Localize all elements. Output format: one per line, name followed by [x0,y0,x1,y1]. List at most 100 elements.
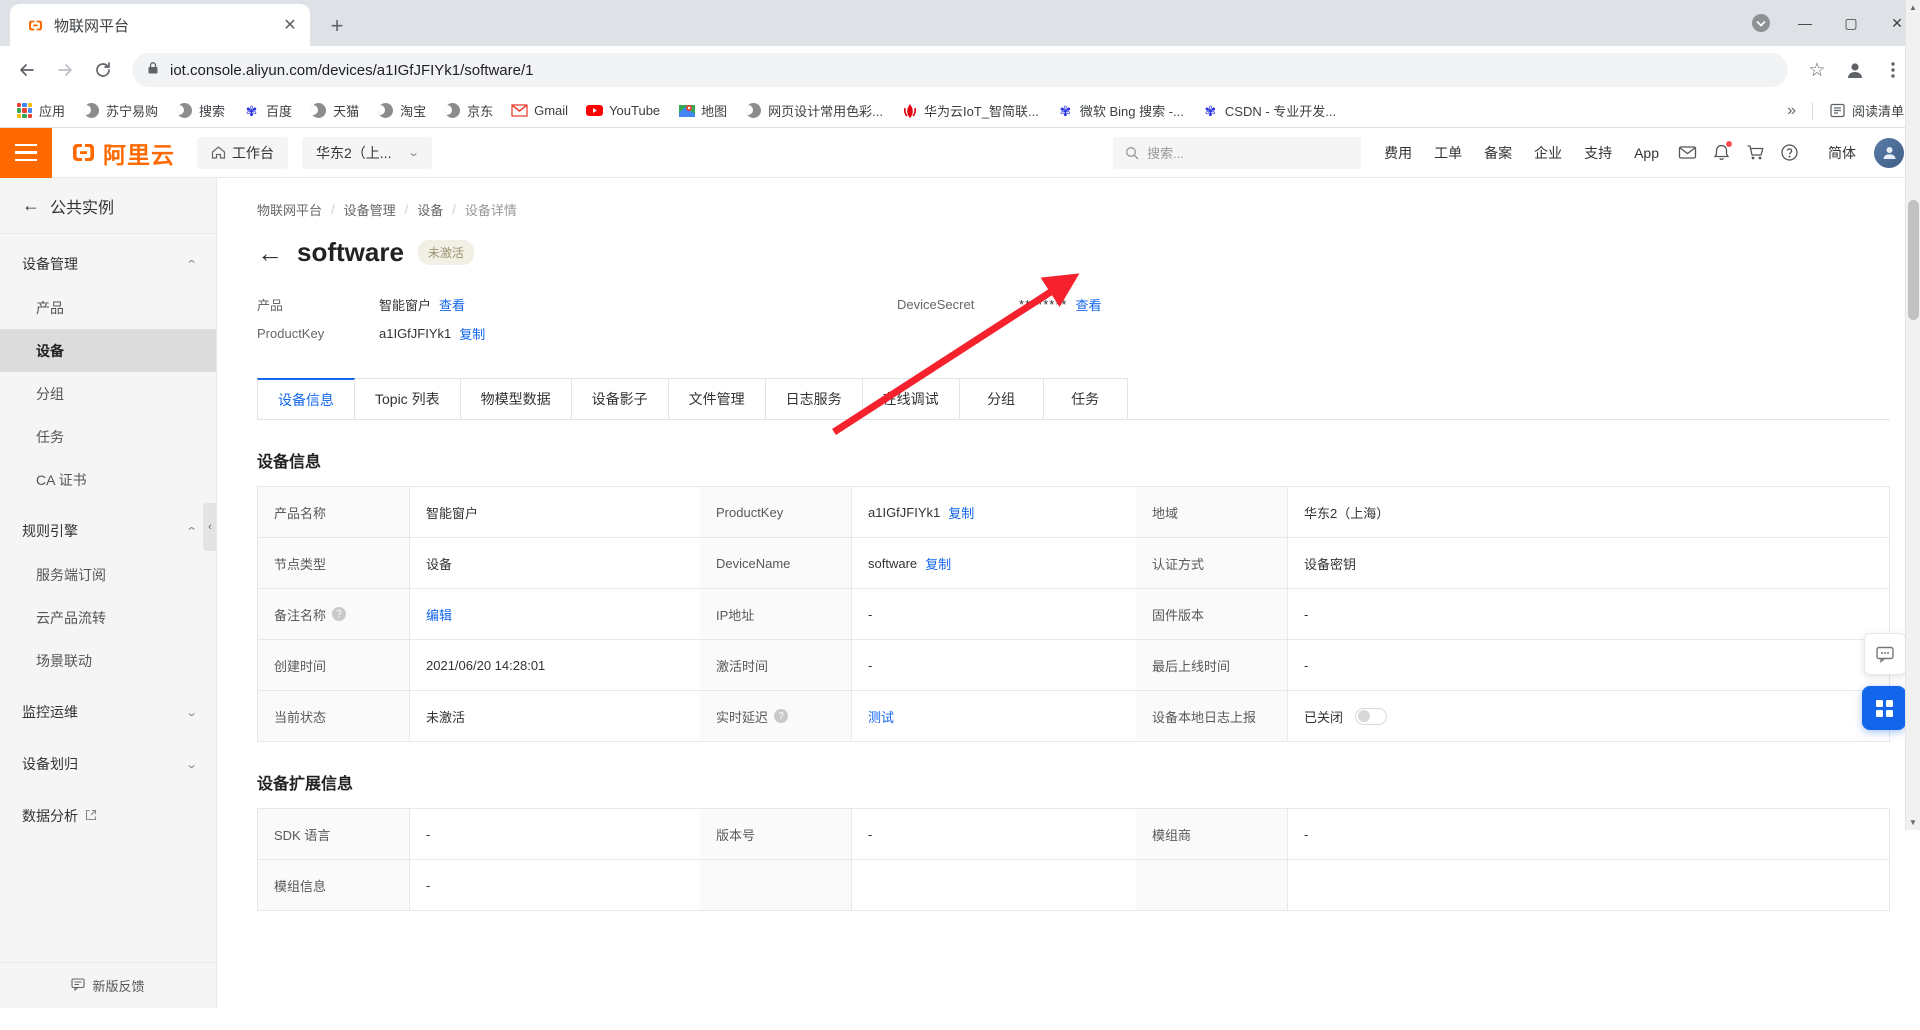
window-minimize-button[interactable]: — [1782,0,1828,46]
sidebar-item-ca-certificate[interactable]: CA 证书 [0,458,216,501]
browser-tab[interactable]: 物联网平台 ✕ [10,4,310,46]
profile-chevron-icon[interactable] [1740,0,1782,46]
mail-icon[interactable] [1670,136,1704,170]
bookmark-item[interactable]: YouTube [578,98,668,123]
workbench-label: 工作台 [232,144,274,161]
workbench-button[interactable]: 工作台 [197,136,288,169]
new-tab-button[interactable]: + [320,9,354,43]
devicesecret-view-link[interactable]: 查看 [1075,295,1101,314]
help-icon[interactable]: ? [332,607,347,621]
devicesecret-value: ******** [1019,297,1068,312]
user-avatar[interactable] [1874,137,1904,168]
productkey-cell-copy-link[interactable]: 复制 [948,503,974,522]
bookmark-item[interactable]: ✾ 百度 [235,97,300,124]
cart-icon[interactable] [1738,136,1772,170]
bookmark-item[interactable]: 京东 [436,97,501,124]
breadcrumb: 物联网平台 / 设备管理 / 设备 / 设备详情 [247,178,1890,219]
bookmark-item[interactable]: 华为云IoT_智简联... [893,97,1047,124]
nav-app[interactable]: App [1623,145,1670,161]
sidebar-feedback-button[interactable]: 新版反馈 [0,962,216,1008]
bookmark-item[interactable]: Gmail [503,98,576,123]
language-switch[interactable]: 简体 [1818,143,1866,163]
scrollbar-thumb[interactable] [1908,200,1919,320]
sidebar-item-data-analysis[interactable]: 数据分析 [0,794,216,838]
sidebar-item-devices[interactable]: 设备 [0,329,216,372]
bookmark-item[interactable]: 应用 [8,97,73,124]
aliyun-logo[interactable]: 阿里云 [70,136,175,170]
sidebar-group-device-assignment[interactable]: 设备划归 ⌄ [0,742,216,786]
region-selector[interactable]: 华东2（上... ⌄ [302,136,432,169]
tab-grouping[interactable]: 分组 [959,378,1044,419]
bookmark-item[interactable]: ✾ CSDN - 专业开发... [1194,97,1344,124]
bookmark-item[interactable]: 苏宁易购 [75,97,166,124]
bookmark-star-icon[interactable]: ☆ [1800,53,1834,87]
nav-cost[interactable]: 费用 [1373,143,1423,163]
page-scrollbar[interactable]: ▲ ▼ [1905,0,1920,830]
scroll-down-arrow-icon[interactable]: ▼ [1906,815,1920,830]
product-view-link[interactable]: 查看 [439,295,465,314]
divider [1811,101,1813,120]
tab-topic-list[interactable]: Topic 列表 [355,378,461,419]
sidebar-collapse-handle[interactable]: ‹ [203,503,216,551]
sidebar-item-scene-linkage[interactable]: 场景联动 [0,639,216,682]
bookmark-item[interactable]: 网页设计常用色彩... [737,97,891,124]
tab-device-info[interactable]: 设备信息 [257,378,355,419]
sidebar-group-device-management[interactable]: 设备管理 ⌃ [0,242,216,286]
sidebar-item-tasks[interactable]: 任务 [0,415,216,458]
cell-label: 模组信息 [258,860,410,910]
tab-close-icon[interactable]: ✕ [278,13,302,37]
sidebar-item-products[interactable]: 产品 [0,286,216,329]
bookmark-item[interactable]: 天猫 [302,97,367,124]
sidebar-item-cloud-product-flow[interactable]: 云产品流转 [0,596,216,639]
hamburger-menu-icon[interactable] [0,127,52,178]
reading-list-button[interactable]: 阅读清单 [1821,97,1912,124]
bookmark-item[interactable]: 搜索 [168,97,233,124]
forward-icon[interactable] [48,53,82,87]
back-icon[interactable] [10,53,44,87]
page-back-arrow-icon[interactable]: ← [257,240,283,266]
tab-tsl-data[interactable]: 物模型数据 [460,378,572,419]
tab-online-debug[interactable]: 在线调试 [862,378,960,419]
scroll-up-arrow-icon[interactable]: ▲ [1906,0,1920,15]
window-maximize-button[interactable]: ▢ [1828,0,1874,46]
sidebar-group-monitor-ops[interactable]: 监控运维 ⌄ [0,690,216,734]
local-log-toggle[interactable] [1355,707,1388,725]
apps-launcher-button[interactable] [1862,686,1906,730]
devicename-cell-copy-link[interactable]: 复制 [925,554,951,573]
sidebar-back-public-instance[interactable]: ← 公共实例 [0,178,216,234]
chat-support-button[interactable] [1864,633,1906,675]
sidebar-item-server-subscription[interactable]: 服务端订阅 [0,553,216,596]
breadcrumb-item-device-mgmt[interactable]: 设备管理 [344,200,396,219]
bell-icon[interactable] [1704,136,1738,170]
address-bar[interactable]: iot.console.aliyun.com/devices/a1IGfJFIY… [132,53,1788,87]
tab-tasks[interactable]: 任务 [1043,378,1128,419]
bookmark-item[interactable]: 地图 [670,97,735,124]
productkey-copy-link[interactable]: 复制 [459,324,485,343]
global-search-input[interactable]: 搜索... [1113,136,1362,169]
bookmark-label: 网页设计常用色彩... [768,104,884,119]
help-icon[interactable]: ? [774,709,789,723]
profile-avatar-icon[interactable] [1838,53,1872,87]
tab-log-service[interactable]: 日志服务 [765,378,863,419]
sidebar-item-groups[interactable]: 分组 [0,372,216,415]
bookmark-item[interactable]: 淘宝 [369,97,434,124]
reload-icon[interactable] [86,53,120,87]
cell-value: - [868,657,873,673]
nav-enterprise[interactable]: 企业 [1523,143,1573,163]
sidebar-group-rule-engine[interactable]: 规则引擎 ⌃ [0,509,216,553]
tab-device-shadow[interactable]: 设备影子 [571,378,669,419]
nav-filing[interactable]: 备案 [1473,143,1523,163]
bookmarks-overflow-button[interactable]: » [1779,98,1804,124]
breadcrumb-item-devices[interactable]: 设备 [417,200,443,219]
latency-test-link[interactable]: 测试 [868,707,894,726]
cell-value: 设备 [426,556,453,572]
help-icon[interactable] [1772,136,1806,170]
nav-ticket[interactable]: 工单 [1423,143,1473,163]
productkey-value: a1IGfJFIYk1 [379,326,452,341]
breadcrumb-separator: / [452,202,456,217]
remark-edit-link[interactable]: 编辑 [426,605,452,624]
nav-support[interactable]: 支持 [1573,143,1623,163]
bookmark-item[interactable]: ✾ 微软 Bing 搜索 -... [1049,97,1192,124]
breadcrumb-item-platform[interactable]: 物联网平台 [257,200,322,219]
tab-file-management[interactable]: 文件管理 [668,378,766,419]
